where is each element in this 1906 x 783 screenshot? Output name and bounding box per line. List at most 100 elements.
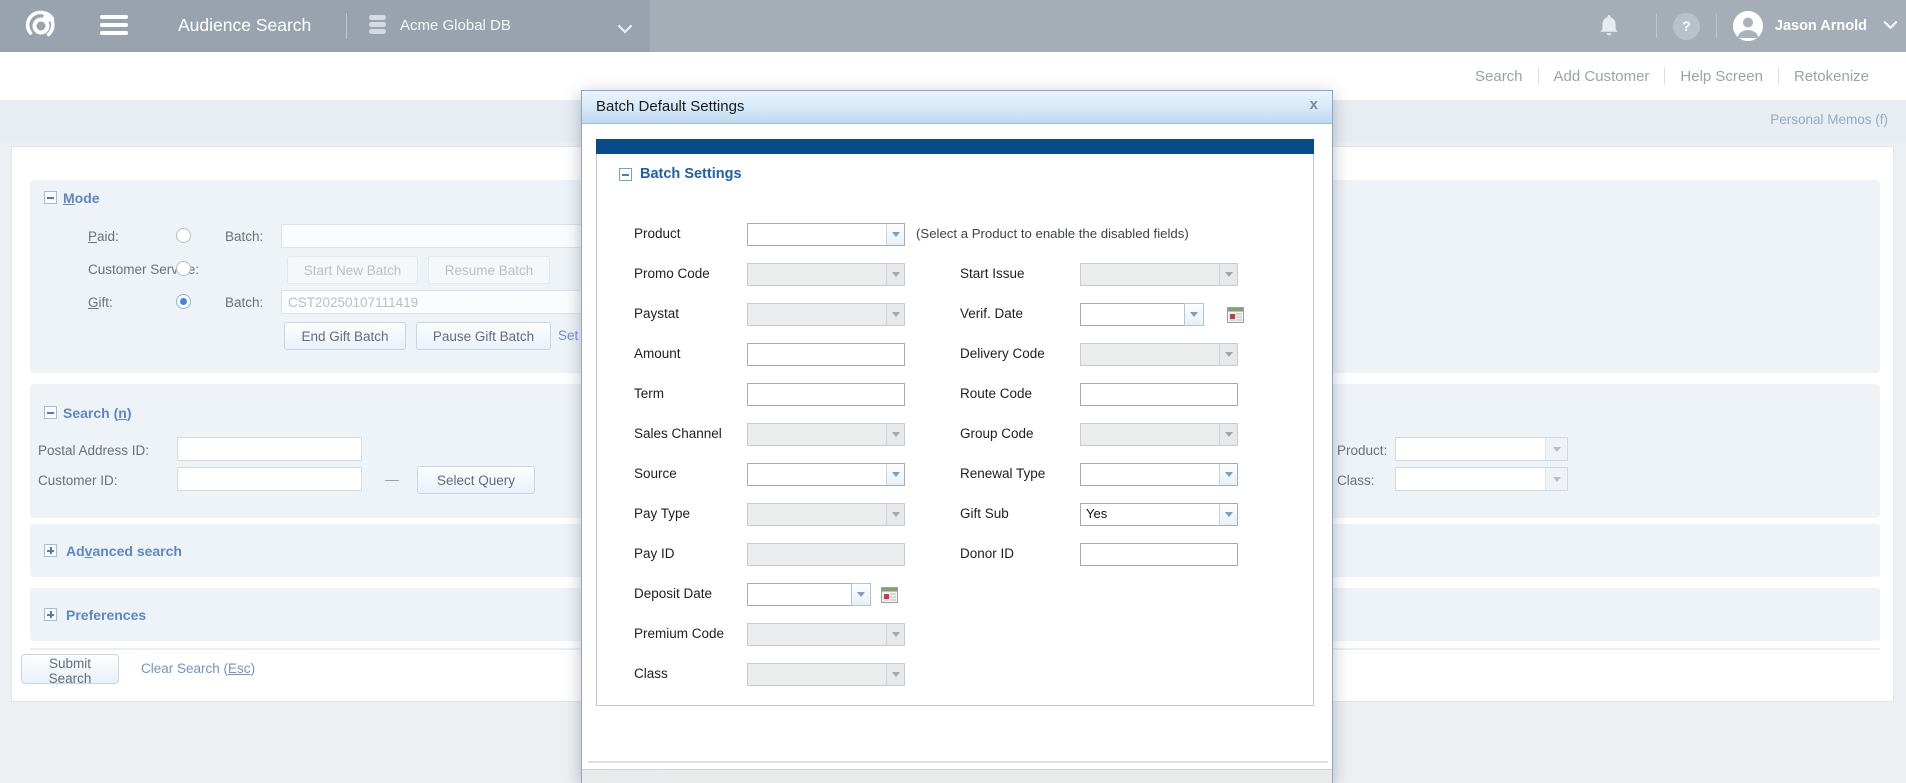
database-chevron-down-icon[interactable] xyxy=(617,21,633,39)
notifications-bell-icon[interactable] xyxy=(1596,13,1622,39)
deposit-date-label: Deposit Date xyxy=(634,586,712,601)
sales-channel-dropdown xyxy=(747,423,905,446)
dialog-title-bar[interactable]: Batch Default Settings x xyxy=(582,91,1332,124)
user-chevron-down-icon[interactable] xyxy=(1883,17,1898,35)
submit-search-button[interactable]: Submit Search xyxy=(21,654,119,684)
class-label: Class: xyxy=(1337,473,1375,488)
mode-collapse-icon[interactable] xyxy=(44,191,57,204)
customer-service-radio[interactable] xyxy=(176,261,191,276)
set-batch-defaults-link[interactable]: Set xyxy=(558,328,578,343)
nav-link-add-customer[interactable]: Add Customer xyxy=(1539,68,1665,85)
postal-address-id-input[interactable] xyxy=(177,437,362,461)
term-label: Term xyxy=(634,386,664,401)
screen: Audience Search Acme Global DB ? xyxy=(0,0,1906,783)
promo-code-dropdown xyxy=(747,263,905,286)
gift-sub-dropdown[interactable]: Yes xyxy=(1080,503,1238,526)
mode-section-header[interactable]: Mode xyxy=(63,190,100,206)
header-left-segment xyxy=(0,0,650,52)
help-icon[interactable]: ? xyxy=(1673,13,1700,40)
dropdown-arrow-icon xyxy=(886,304,904,325)
source-dropdown[interactable] xyxy=(747,463,905,486)
dropdown-arrow-icon[interactable] xyxy=(1219,504,1237,525)
class-dropdown-arrow-icon[interactable] xyxy=(1545,468,1567,490)
gift-radio[interactable] xyxy=(176,294,191,309)
class-dropdown[interactable] xyxy=(1395,467,1568,491)
product-hint-text: (Select a Product to enable the disabled… xyxy=(916,226,1189,241)
preferences-header[interactable]: Preferences xyxy=(66,607,146,623)
dropdown-arrow-icon[interactable] xyxy=(851,583,871,606)
dropdown-arrow-icon[interactable] xyxy=(886,464,904,485)
verif-date-combo[interactable] xyxy=(1080,303,1204,326)
dropdown-arrow-icon[interactable] xyxy=(1184,303,1204,326)
amount-input[interactable] xyxy=(747,343,905,366)
nav-link-search[interactable]: Search xyxy=(1460,68,1538,85)
delivery-code-label: Delivery Code xyxy=(960,346,1045,361)
dropdown-arrow-icon[interactable] xyxy=(886,224,904,245)
donor-id-label: Donor ID xyxy=(960,546,1014,561)
verif-date-label: Verif. Date xyxy=(960,306,1023,321)
gift-sub-value: Yes xyxy=(1081,504,1219,525)
advanced-search-expand-icon[interactable] xyxy=(44,544,57,557)
batch-default-settings-dialog: Batch Default Settings x Batch Settings … xyxy=(581,90,1333,783)
search-collapse-icon[interactable] xyxy=(44,406,57,419)
deposit-date-input[interactable] xyxy=(747,583,851,606)
header-separator xyxy=(1656,14,1657,38)
search-section-header[interactable]: Search (n) xyxy=(63,405,131,421)
start-issue-label: Start Issue xyxy=(960,266,1025,281)
verif-date-input[interactable] xyxy=(1080,303,1184,326)
renewal-type-dropdown[interactable] xyxy=(1080,463,1238,486)
pause-gift-batch-button[interactable]: Pause Gift Batch xyxy=(416,322,551,350)
dropdown-arrow-icon xyxy=(1219,264,1237,285)
batch-settings-header[interactable]: Batch Settings xyxy=(640,166,742,182)
product-dropdown[interactable] xyxy=(747,223,905,246)
term-input[interactable] xyxy=(747,383,905,406)
batch-settings-collapse-icon[interactable] xyxy=(619,168,632,181)
avatar[interactable] xyxy=(1733,11,1763,41)
user-name[interactable]: Jason Arnold xyxy=(1775,18,1867,34)
header-separator xyxy=(1716,14,1717,38)
dropdown-arrow-icon xyxy=(1219,424,1237,445)
route-code-input[interactable] xyxy=(1080,383,1238,406)
dropdown-arrow-icon xyxy=(886,504,904,525)
end-gift-batch-button[interactable]: End Gift Batch xyxy=(284,322,406,350)
product-dropdown[interactable] xyxy=(1395,437,1568,461)
paid-batch-label: Batch: xyxy=(225,229,263,244)
verif-date-calendar-icon[interactable] xyxy=(1227,306,1244,323)
dropdown-arrow-icon[interactable] xyxy=(1219,464,1237,485)
class-dropdown-modal xyxy=(747,663,905,686)
panel-accent-bar xyxy=(596,139,1314,154)
dropdown-arrow-icon xyxy=(1219,344,1237,365)
close-icon[interactable]: x xyxy=(1310,96,1318,113)
group-code-dropdown xyxy=(1080,423,1238,446)
nav-link-retokenize[interactable]: Retokenize xyxy=(1779,68,1884,85)
donor-id-input[interactable] xyxy=(1080,543,1238,566)
route-code-label: Route Code xyxy=(960,386,1032,401)
deposit-date-calendar-icon[interactable] xyxy=(881,586,898,603)
paid-label: Paid: xyxy=(88,229,119,244)
database-icon xyxy=(369,15,386,36)
personal-memos-link[interactable]: Personal Memos (f) xyxy=(1770,112,1888,127)
clear-search-link[interactable]: Clear Search (Esc) xyxy=(141,661,255,676)
deposit-date-combo[interactable] xyxy=(747,583,871,606)
delivery-code-dropdown xyxy=(1080,343,1238,366)
preferences-expand-icon[interactable] xyxy=(44,608,57,621)
dropdown-arrow-icon xyxy=(886,664,904,685)
start-new-batch-button[interactable]: Start New Batch xyxy=(287,256,418,284)
top-header-bar: Audience Search Acme Global DB ? xyxy=(0,0,1906,52)
resume-batch-button[interactable]: Resume Batch xyxy=(428,256,550,284)
customer-id-input[interactable] xyxy=(177,467,362,491)
product-dropdown-arrow-icon[interactable] xyxy=(1545,438,1567,460)
app-logo-icon[interactable] xyxy=(22,7,60,45)
paystat-dropdown xyxy=(747,303,905,326)
advanced-search-header[interactable]: Advanced search xyxy=(66,543,182,559)
nav-link-help-screen[interactable]: Help Screen xyxy=(1665,68,1778,85)
dialog-body: Batch Settings Product (Select a Product… xyxy=(582,124,1332,783)
paid-radio[interactable] xyxy=(176,228,191,243)
select-query-button[interactable]: Select Query xyxy=(417,466,535,494)
dropdown-arrow-icon xyxy=(886,264,904,285)
header-right-cluster: ? Jason Arnold xyxy=(1596,0,1898,52)
product-field-label: Product xyxy=(634,226,681,241)
menu-hamburger-icon[interactable] xyxy=(100,15,128,37)
database-selector[interactable]: Acme Global DB xyxy=(400,17,511,34)
pay-type-label: Pay Type xyxy=(634,506,690,521)
